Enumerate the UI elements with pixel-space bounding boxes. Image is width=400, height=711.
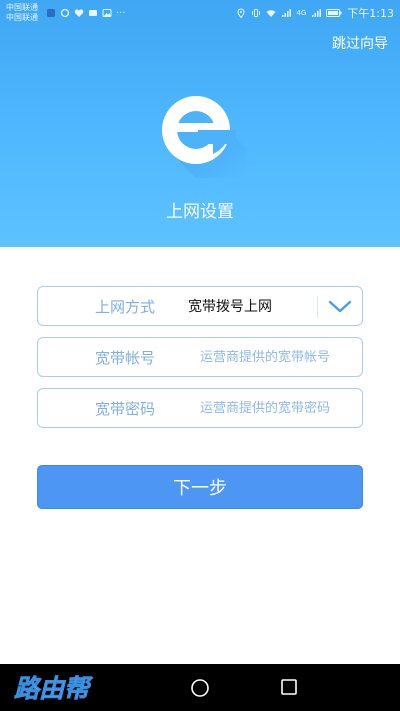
skip-wizard-link[interactable]: 跳过向导 xyxy=(332,33,388,53)
status-bar: 中国联通 中国联通 ··· 4G 下午1:13 xyxy=(0,0,400,26)
dropdown-divider xyxy=(317,296,318,318)
signal-1-icon xyxy=(281,8,292,18)
recent-apps-icon[interactable] xyxy=(281,679,297,695)
sync-icon xyxy=(60,8,70,18)
carrier-2: 中国联通 xyxy=(6,13,38,22)
notification-app-icon xyxy=(46,8,56,18)
message-icon xyxy=(88,8,98,18)
account-label: 宽带帐号 xyxy=(94,348,155,367)
location-icon xyxy=(236,8,246,18)
account-input[interactable] xyxy=(188,349,362,365)
carrier-labels: 中国联通 中国联通 xyxy=(6,3,38,23)
status-right: 4G 下午1:13 xyxy=(236,5,394,21)
next-step-button[interactable]: 下一步 xyxy=(37,465,363,509)
connection-type-select[interactable]: 上网方式 宽带拨号上网 xyxy=(37,286,363,326)
account-field: 宽带帐号 xyxy=(37,337,363,377)
status-time: 下午1:13 xyxy=(347,7,394,20)
watermark-logo: 路由帮 xyxy=(14,674,93,703)
password-field: 宽带密码 xyxy=(37,388,363,428)
network-type: 4G xyxy=(296,9,307,17)
chevron-down-icon[interactable] xyxy=(326,297,354,317)
page-title: 上网设置 xyxy=(166,202,234,222)
battery-icon xyxy=(326,8,342,18)
carrier-1: 中国联通 xyxy=(6,3,38,12)
image-icon xyxy=(102,8,112,18)
password-label: 宽带密码 xyxy=(94,399,155,418)
connection-type-label: 上网方式 xyxy=(94,297,155,316)
password-input[interactable] xyxy=(188,400,362,416)
watermark-text: 路由帮 xyxy=(14,674,93,703)
system-nav-bar: 路由帮 xyxy=(0,664,400,711)
e-logo-icon xyxy=(156,88,246,178)
vibrate-icon xyxy=(251,8,261,18)
network-settings-form: 上网方式 宽带拨号上网 宽带帐号 宽带密码 xyxy=(37,286,363,439)
status-left: 中国联通 中国联通 ··· xyxy=(6,3,126,23)
home-icon[interactable] xyxy=(190,678,210,698)
signal-2-icon xyxy=(311,8,322,18)
heart-icon xyxy=(74,8,84,18)
more-notifications: ··· xyxy=(116,7,126,19)
wifi-icon xyxy=(266,8,276,18)
